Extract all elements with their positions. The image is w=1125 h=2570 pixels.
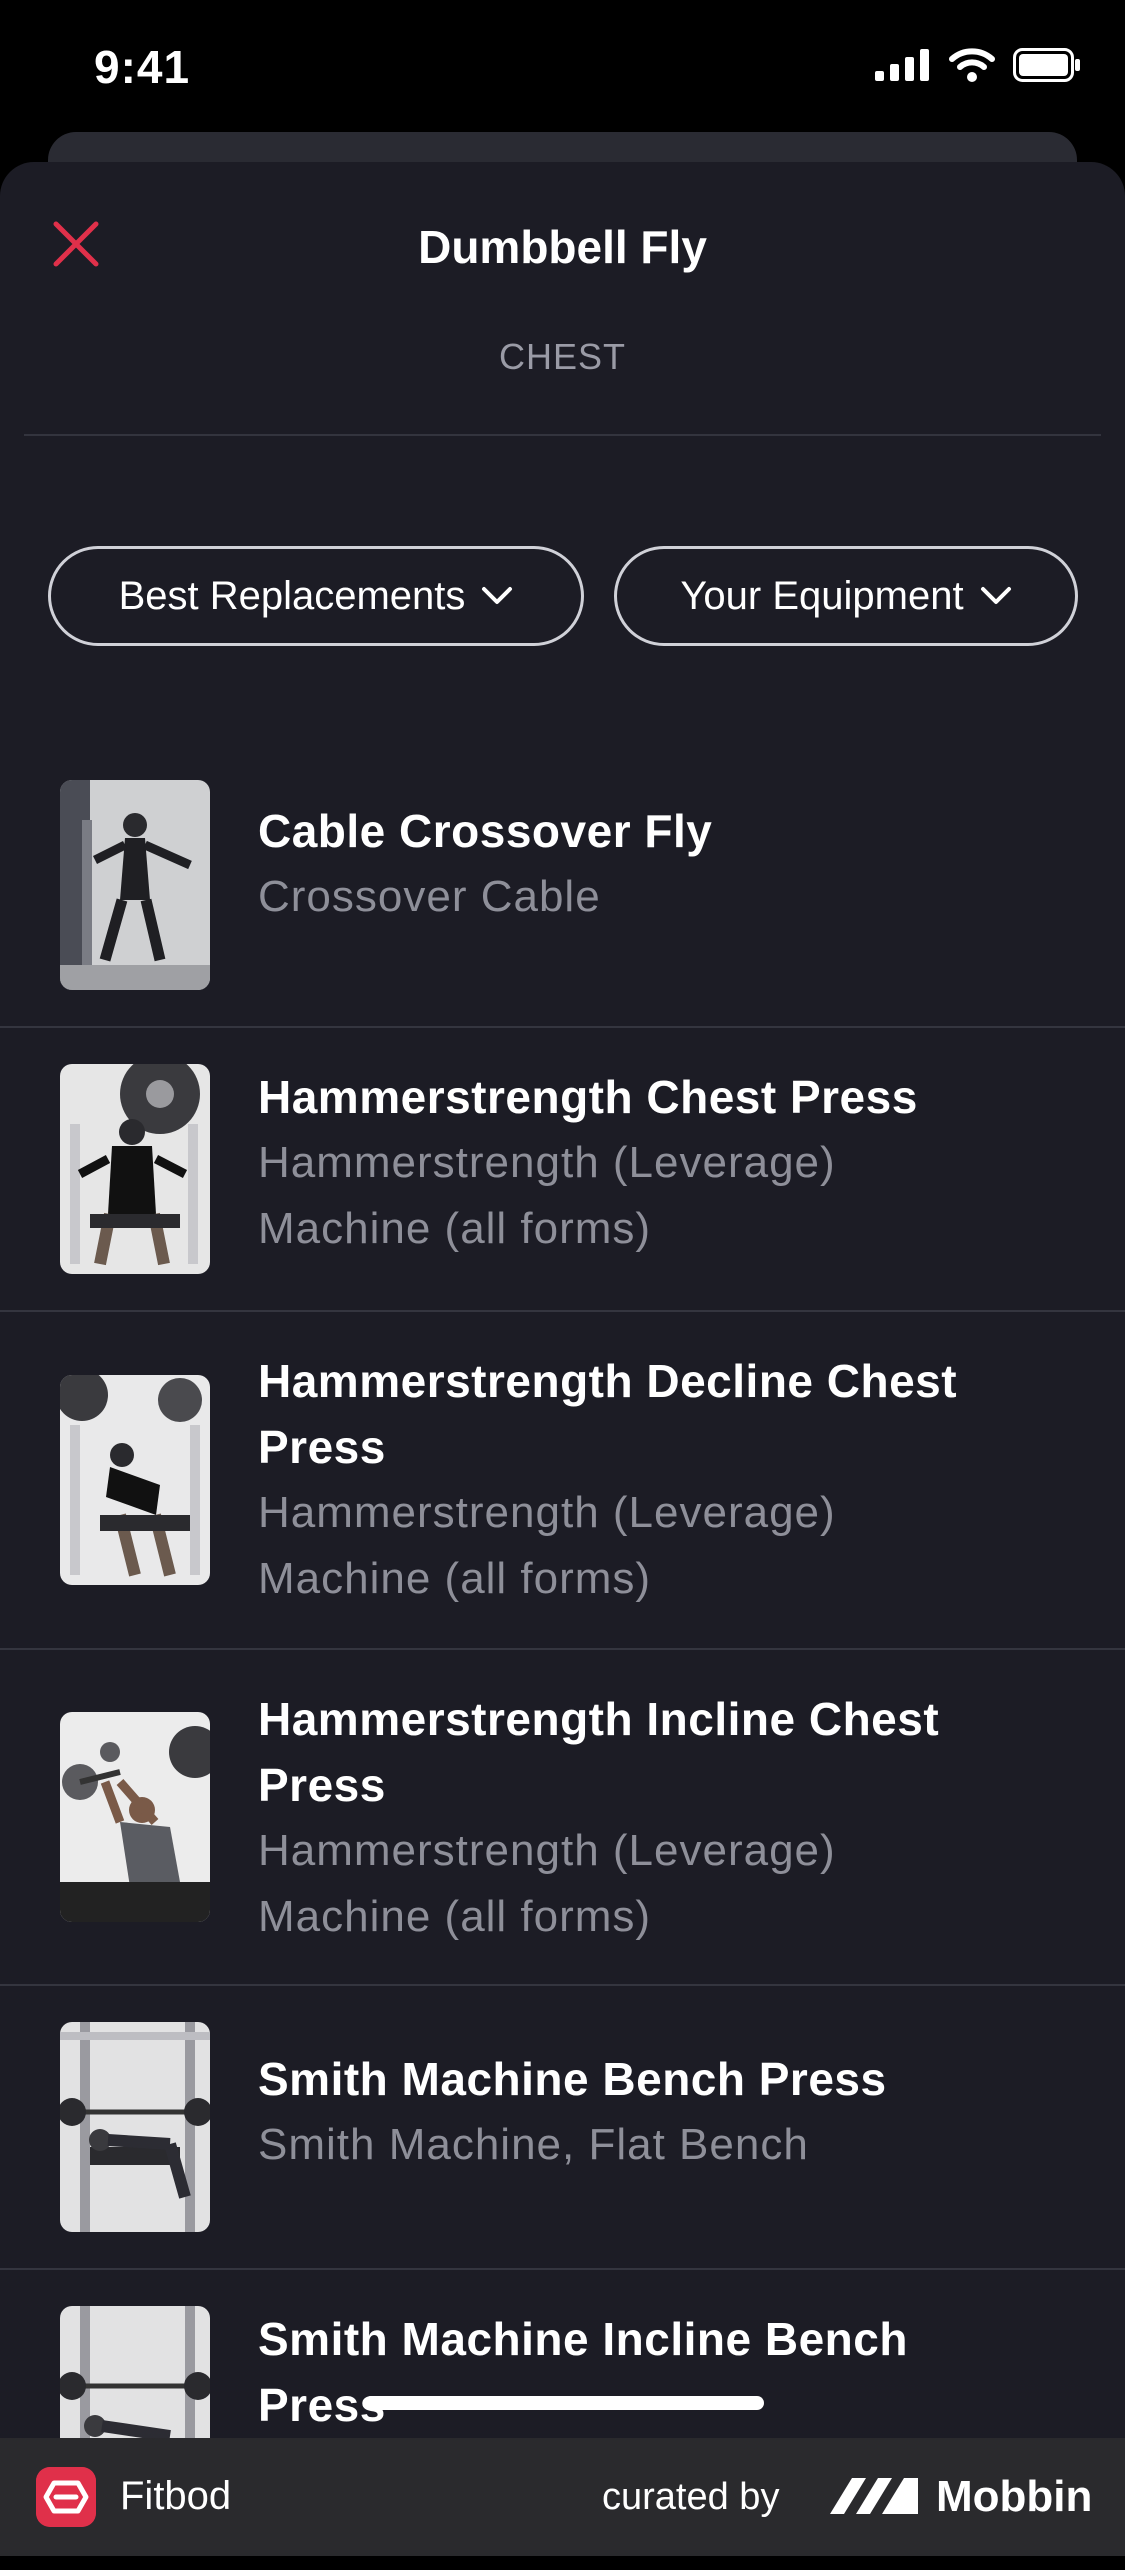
list-item[interactable]: Hammerstrength Chest Press Hammerstrengt… <box>0 1028 1125 1312</box>
mobbin-logo-icon <box>830 2478 918 2514</box>
exercise-equipment: Hammerstrength (Leverage) <box>258 1826 836 1875</box>
chevron-down-icon <box>980 587 1011 604</box>
attribution-footer: Fitbod curated by Mobbin <box>0 2438 1125 2556</box>
exercise-name: Hammerstrength Chest Press <box>258 1071 918 1123</box>
brand-name: Fitbod <box>120 2474 232 2518</box>
exercise-name: Press <box>258 1759 386 1811</box>
exercise-equipment: Hammerstrength (Leverage) <box>258 1488 836 1537</box>
list-item[interactable]: Hammerstrength Incline Chest Press Hamme… <box>0 1650 1125 1986</box>
list-item[interactable]: Hammerstrength Decline Chest Press Hamme… <box>0 1312 1125 1650</box>
your-equipment-label: Your Equipment <box>680 573 964 618</box>
status-icons <box>875 48 1081 82</box>
exercise-name: Hammerstrength Decline Chest <box>258 1355 958 1407</box>
home-indicator <box>364 2396 764 2410</box>
exercise-name: Smith Machine Bench Press <box>258 2053 887 2105</box>
exercise-info: Hammerstrength Incline Chest Press Hamme… <box>258 1686 1085 1950</box>
exercise-title: Dumbbell Fly <box>418 221 707 273</box>
chevron-down-icon <box>482 587 513 604</box>
exercise-equipment: Crossover Cable <box>258 872 601 921</box>
header-divider <box>24 434 1101 436</box>
exercise-info: Hammerstrength Decline Chest Press Hamme… <box>258 1348 1085 1612</box>
muscle-group-label: CHEST <box>498 336 626 377</box>
list-item[interactable]: Cable Crossover Fly Crossover Cable <box>0 760 1125 1028</box>
exercise-name: Press <box>258 1421 386 1473</box>
wifi-icon <box>949 48 995 82</box>
your-equipment-dropdown[interactable]: Your Equipment <box>614 546 1078 646</box>
fitbod-logo-icon <box>36 2467 96 2527</box>
list-item[interactable]: Smith Machine Bench Press Smith Machine,… <box>0 1986 1125 2270</box>
exercise-equipment: Hammerstrength (Leverage) <box>258 1138 836 1187</box>
exercise-info: Cable Crossover Fly Crossover Cable <box>258 798 1085 930</box>
exercise-info: Hammerstrength Chest Press Hammerstrengt… <box>258 1064 1085 1262</box>
exercise-thumbnail <box>60 1375 210 1585</box>
exercise-info: Smith Machine Bench Press Smith Machine,… <box>258 2046 1085 2178</box>
status-bar: 9:41 <box>0 0 1125 140</box>
cellular-signal-icon <box>875 49 929 81</box>
replacement-list: Cable Crossover Fly Crossover Cable Hamm… <box>0 760 1125 2570</box>
exercise-equipment: Smith Machine, Flat Bench <box>258 2120 809 2169</box>
exercise-equipment: Machine (all forms) <box>258 1204 652 1253</box>
exercise-thumbnail <box>60 780 210 990</box>
exercise-name: Smith Machine Incline Bench <box>258 2313 908 2365</box>
exercise-name: Hammerstrength Incline Chest <box>258 1693 940 1745</box>
exercise-equipment: Machine (all forms) <box>258 1892 652 1941</box>
curator-name: Mobbin <box>936 2472 1093 2521</box>
curated-by-label: curated by <box>602 2476 780 2518</box>
exercise-info: Smith Machine Incline Bench Press <box>258 2306 1085 2438</box>
exercise-thumbnail <box>60 1712 210 1922</box>
best-replacements-dropdown[interactable]: Best Replacements <box>48 546 584 646</box>
battery-icon <box>1013 48 1080 82</box>
best-replacements-label: Best Replacements <box>118 573 466 618</box>
exercise-name: Cable Crossover Fly <box>258 805 713 857</box>
exercise-thumbnail <box>60 1064 210 1274</box>
exercise-thumbnail <box>60 2022 210 2232</box>
exercise-equipment: Machine (all forms) <box>258 1554 652 1603</box>
status-time: 9:41 <box>94 41 191 93</box>
